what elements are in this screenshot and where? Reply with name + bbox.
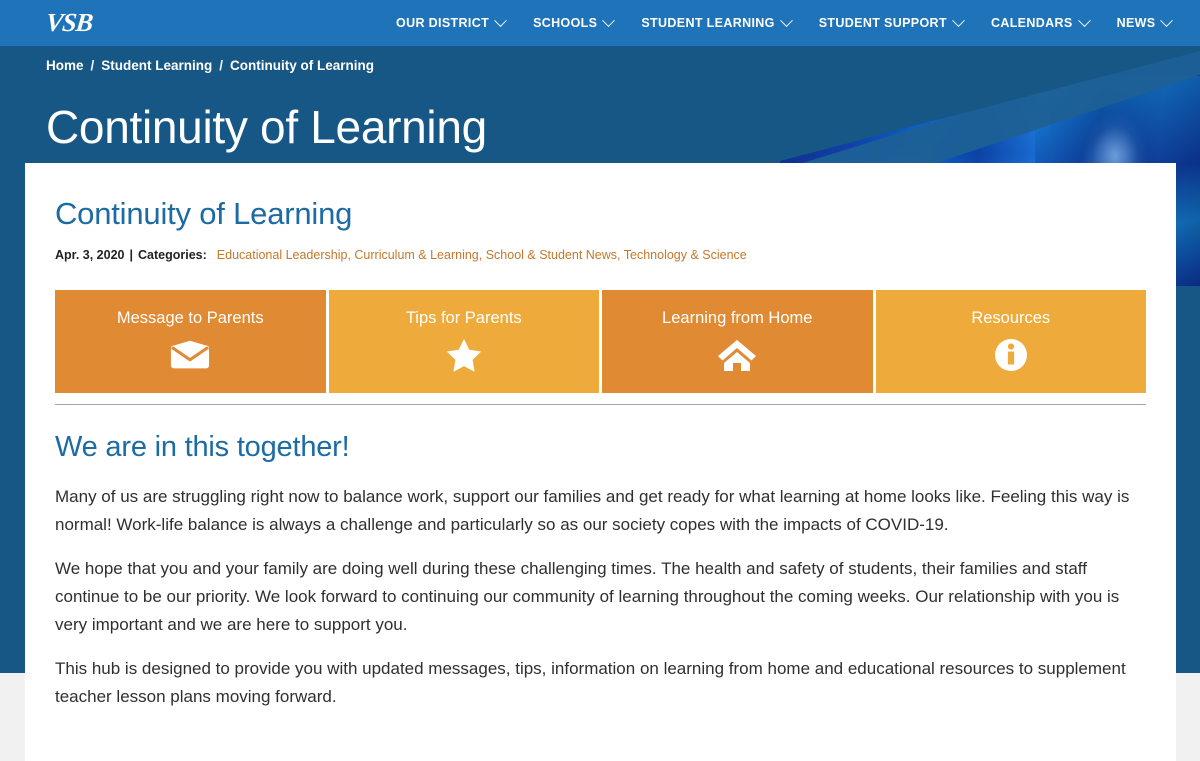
- category-comma: ,: [478, 248, 486, 262]
- breadcrumb-item-current: Continuity of Learning: [230, 58, 375, 73]
- home-icon: [717, 338, 757, 372]
- tile-label: Learning from Home: [662, 309, 813, 327]
- top-navigation-bar: VSB OUR DISTRICT SCHOOLS STUDENT LEARNIN…: [0, 0, 1200, 46]
- nav-item-student-learning[interactable]: STUDENT LEARNING: [627, 0, 804, 46]
- star-icon: [444, 338, 484, 372]
- article-date: Apr. 3, 2020: [55, 248, 125, 262]
- breadcrumb-separator: /: [219, 58, 224, 73]
- content-card: Continuity of Learning Apr. 3, 2020 | Ca…: [25, 163, 1176, 761]
- section-heading: We are in this together!: [55, 431, 350, 463]
- nav-label: OUR DISTRICT: [396, 16, 490, 30]
- chevron-down-icon: [494, 13, 507, 27]
- nav-item-schools[interactable]: SCHOOLS: [519, 0, 627, 46]
- breadcrumb: Home / Student Learning / Continuity of …: [46, 58, 374, 73]
- vsb-logo[interactable]: VSB: [44, 3, 118, 43]
- nav-item-news[interactable]: NEWS: [1103, 0, 1186, 46]
- chevron-down-icon: [602, 13, 616, 27]
- main-menu: OUR DISTRICT SCHOOLS STUDENT LEARNING ST…: [382, 0, 1185, 46]
- tile-label: Message to Parents: [116, 309, 264, 327]
- nav-item-our-district[interactable]: OUR DISTRICT: [382, 0, 519, 46]
- tile-label: Resources: [971, 309, 1051, 327]
- page-root: VSB OUR DISTRICT SCHOOLS STUDENT LEARNIN…: [0, 0, 1200, 761]
- categories-label: Categories:: [138, 248, 207, 262]
- breadcrumb-item-student-learning[interactable]: Student Learning: [101, 58, 212, 73]
- info-circle-icon: [991, 338, 1031, 372]
- category-link-educational-leadership[interactable]: Educational Leadership: [217, 248, 348, 262]
- nav-item-student-support[interactable]: STUDENT SUPPORT: [805, 0, 977, 46]
- tile-message-to-parents[interactable]: Message to Parents: [55, 290, 326, 393]
- section-divider: [55, 404, 1146, 405]
- chevron-down-icon: [952, 13, 965, 27]
- category-link-curriculum-learning[interactable]: Curriculum & Learning: [354, 248, 478, 262]
- breadcrumb-separator: /: [90, 58, 95, 73]
- category-link-technology-science[interactable]: Technology & Science: [624, 248, 747, 262]
- nav-label: SCHOOLS: [533, 16, 598, 30]
- article-meta: Apr. 3, 2020 | Categories: Educational L…: [55, 248, 1146, 262]
- breadcrumb-item-home[interactable]: Home: [46, 58, 84, 73]
- nav-label: STUDENT SUPPORT: [818, 16, 947, 30]
- tile-learning-from-home[interactable]: Learning from Home: [602, 290, 873, 393]
- article-title: Continuity of Learning: [55, 196, 353, 231]
- quick-link-tiles: Message to Parents Tips for Parents Lear…: [55, 290, 1146, 393]
- body-paragraph-2: We hope that you and your family are doi…: [55, 559, 1120, 634]
- article-categories[interactable]: Educational Leadership, Curriculum & Lea…: [217, 248, 747, 262]
- category-link-school-student-news[interactable]: School & Student News: [486, 248, 617, 262]
- chevron-down-icon: [1077, 13, 1091, 27]
- envelope-icon: [170, 338, 210, 372]
- nav-item-calendars[interactable]: CALENDARS: [977, 0, 1103, 46]
- nav-label: STUDENT LEARNING: [641, 16, 775, 30]
- chevron-down-icon: [779, 13, 793, 27]
- tile-tips-for-parents[interactable]: Tips for Parents: [328, 290, 599, 393]
- body-paragraph-3: This hub is designed to provide you with…: [55, 659, 1126, 706]
- hero-page-title: Continuity of Learning: [46, 101, 487, 153]
- tile-label: Tips for Parents: [405, 309, 522, 327]
- body-paragraph-1: Many of us are struggling right now to b…: [55, 487, 1130, 534]
- category-comma: ,: [617, 248, 624, 262]
- nav-label: NEWS: [1116, 16, 1156, 30]
- chevron-down-icon: [1160, 13, 1174, 27]
- meta-separator: |: [129, 248, 134, 262]
- tile-resources[interactable]: Resources: [875, 290, 1146, 393]
- nav-label: CALENDARS: [990, 16, 1073, 30]
